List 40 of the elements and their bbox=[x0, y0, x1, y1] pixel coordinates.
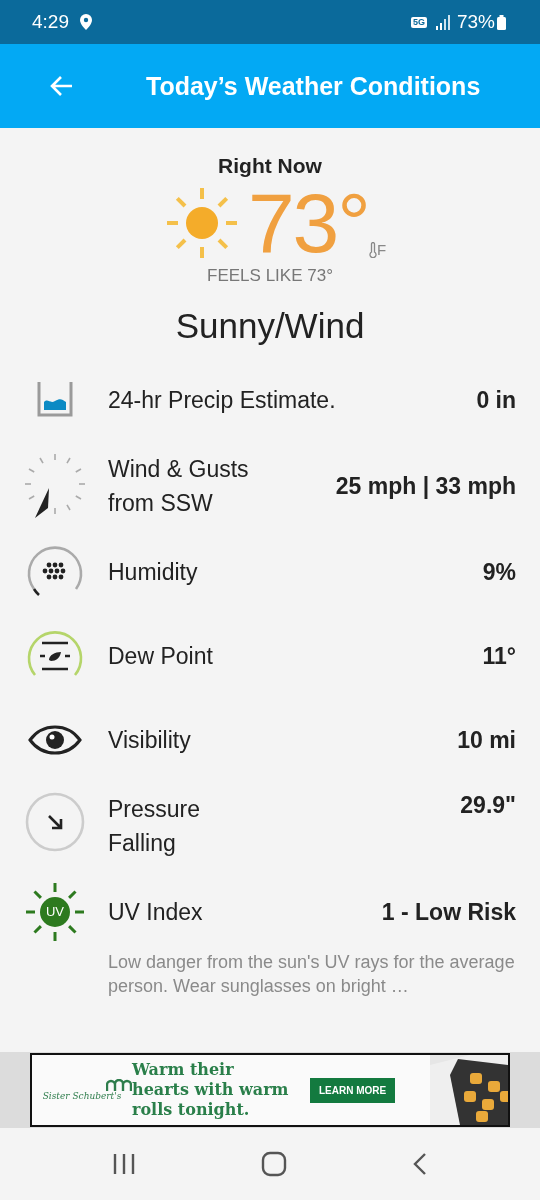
compass-arrow-icon bbox=[24, 453, 86, 519]
condition-label: Wind & Gusts from SSW bbox=[108, 455, 250, 518]
back-icon bbox=[411, 1152, 428, 1176]
feels-like-text: FEELS LIKE 73° bbox=[207, 266, 333, 286]
awning-logo-icon bbox=[106, 1079, 132, 1091]
battery-icon bbox=[497, 14, 506, 30]
eye-icon bbox=[28, 725, 82, 755]
location-pin-icon bbox=[79, 13, 93, 31]
condition-label: UV Index bbox=[108, 898, 204, 927]
recent-apps-icon bbox=[112, 1152, 137, 1176]
back-arrow-icon bbox=[50, 75, 74, 97]
temperature-unit: F bbox=[376, 241, 387, 258]
condition-label: Humidity bbox=[108, 558, 199, 587]
condition-label: Visibility bbox=[108, 726, 192, 755]
uv-description: Low danger from the sun's UV rays for the average person. Wear sunglasses on bright … bbox=[108, 951, 516, 998]
condition-value: 10 mi bbox=[457, 726, 516, 754]
condition-value: 29.9" bbox=[460, 792, 516, 819]
condition-value: 0 in bbox=[476, 386, 516, 414]
clock-time: 4:29 bbox=[32, 11, 69, 33]
brand-name: Sister Schubert's bbox=[42, 1091, 122, 1101]
signal-icon bbox=[434, 14, 451, 30]
battery-percent: 73% bbox=[456, 11, 495, 33]
condition-value: 1 - Low Risk bbox=[381, 898, 516, 926]
temperature: 73° bbox=[247, 181, 369, 265]
condition-label: Dew Point bbox=[108, 642, 214, 671]
condition-value: 9% bbox=[482, 558, 516, 586]
condition-label: Pressure Falling bbox=[108, 795, 202, 858]
ad-headline: Warm their hearts with warm rolls tonight. bbox=[132, 1060, 290, 1120]
beaker-icon bbox=[35, 380, 75, 420]
condition-label: 24-hr Precip Estimate. bbox=[108, 386, 337, 415]
home-icon bbox=[261, 1151, 287, 1177]
network-type: 5G bbox=[410, 16, 427, 28]
screen-title: Today’s Weather Conditions bbox=[146, 71, 481, 101]
ad-banner[interactable]: Sister Schubert's Warm their hearts with warm rolls tonight. LEARN MORE bbox=[30, 1053, 510, 1127]
learn-more-button[interactable]: LEARN MORE bbox=[310, 1077, 396, 1103]
weather-condition: Sunny/Wind bbox=[175, 306, 365, 346]
condition-value: 11° bbox=[482, 642, 516, 670]
section-heading: Right Now bbox=[218, 154, 322, 178]
thermometer-icon bbox=[368, 241, 377, 258]
condition-value: 25 mph | 33 mph bbox=[335, 472, 516, 500]
